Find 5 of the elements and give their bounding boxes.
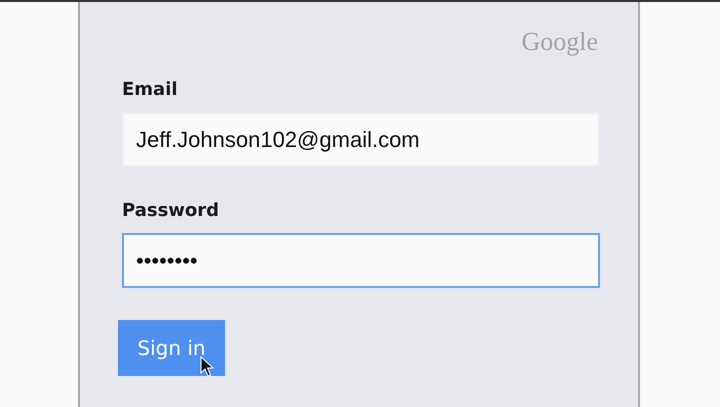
cursor-icon [200, 356, 214, 378]
input-field[interactable]: •••••••• [122, 233, 600, 288]
input-field[interactable]: Jeff.Johnson102@gmail.com [122, 112, 600, 167]
field-label: Email [122, 78, 178, 102]
field-label: Password [122, 199, 220, 223]
